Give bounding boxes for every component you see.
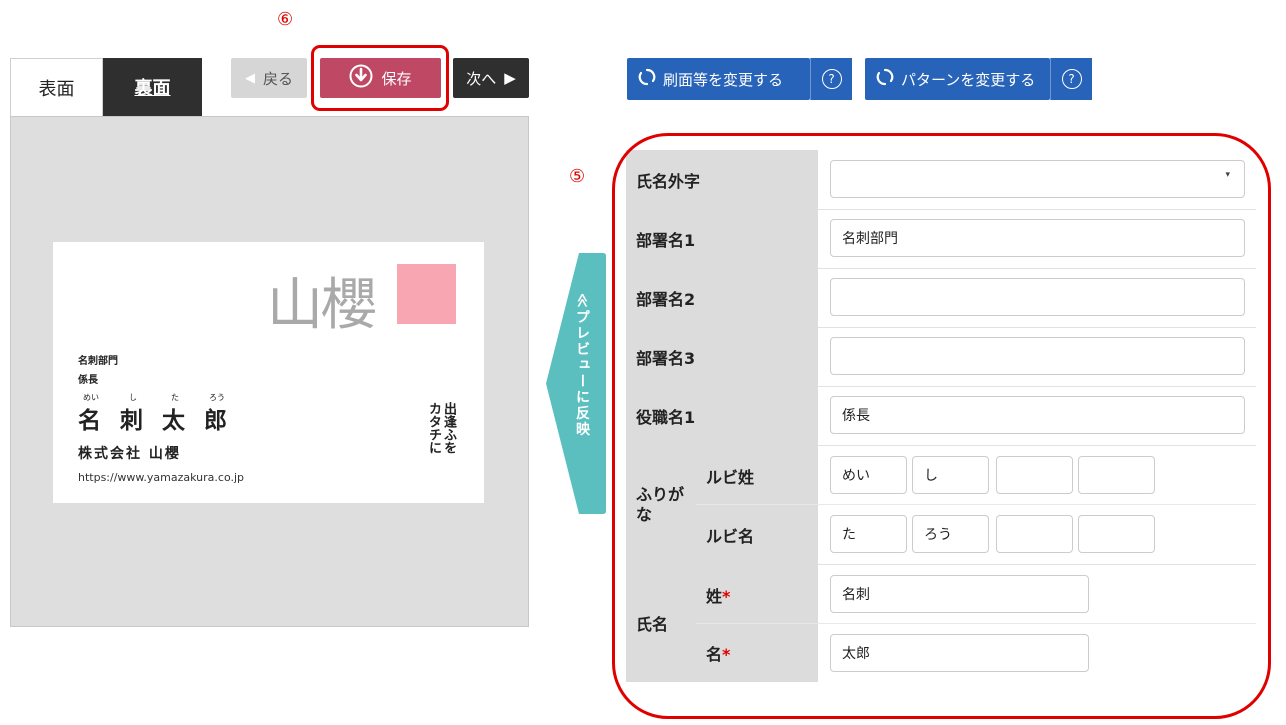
help-icon: ? — [1061, 69, 1082, 89]
card-tagline-line2: カタチに — [426, 402, 441, 454]
reflect-preview-label: ≪プレビューに反映 — [574, 293, 590, 438]
left-triangle-icon: ◀ — [244, 70, 255, 86]
card-name-char: 刺 — [120, 408, 143, 434]
help-icon: ? — [821, 69, 842, 89]
back-button-label: 戻る — [262, 69, 293, 88]
card-tagline: 出逢ふを カタチに — [426, 402, 456, 454]
refresh-icon — [637, 67, 657, 91]
help-button-print[interactable]: ? — [810, 58, 852, 100]
save-button[interactable]: 保存 — [320, 58, 441, 98]
business-card-preview: 山櫻 名刺部門 係長 めい し た ろう 名 刺 太 郎 株式会社 山櫻 htt… — [53, 242, 484, 503]
back-button[interactable]: ◀ 戻る — [231, 58, 307, 98]
download-icon — [349, 64, 373, 92]
card-company: 株式会社 山櫻 — [78, 446, 181, 462]
next-button-label: 次へ — [466, 69, 497, 88]
card-department: 名刺部門 — [78, 356, 118, 367]
card-name-char: 郎 — [204, 408, 227, 434]
card-name-char: 太 — [162, 408, 185, 434]
reflect-preview-button[interactable]: ≪プレビューに反映 — [546, 253, 606, 514]
refresh-icon — [875, 67, 895, 91]
change-print-side-button[interactable]: 刷面等を変更する — [627, 58, 810, 100]
help-button-pattern[interactable]: ? — [1050, 58, 1092, 100]
annotation-number-5: ⑤ — [569, 166, 586, 187]
annotation-highlight-form — [612, 133, 1271, 719]
card-name: 名 刺 太 郎 — [78, 401, 248, 434]
card-tagline-line1: 出逢ふを — [441, 402, 456, 454]
next-button[interactable]: 次へ ▶ — [453, 58, 529, 98]
card-url: https://www.yamazakura.co.jp — [78, 471, 245, 484]
card-logo-square — [397, 264, 456, 324]
change-pattern-label: パターンを変更する — [901, 70, 1036, 89]
tab-back[interactable]: 裏面 — [103, 58, 202, 116]
annotation-number-6: ⑥ — [277, 9, 294, 30]
change-pattern-button[interactable]: パターンを変更する — [865, 58, 1050, 100]
tab-front[interactable]: 表面 — [10, 58, 103, 116]
save-button-label: 保存 — [381, 69, 412, 88]
card-name-char: 名 — [78, 408, 101, 434]
change-print-side-label: 刷面等を変更する — [663, 70, 784, 89]
right-triangle-icon: ▶ — [504, 69, 516, 87]
card-logo-text: 山櫻 — [267, 273, 377, 338]
card-title: 係長 — [78, 375, 98, 386]
